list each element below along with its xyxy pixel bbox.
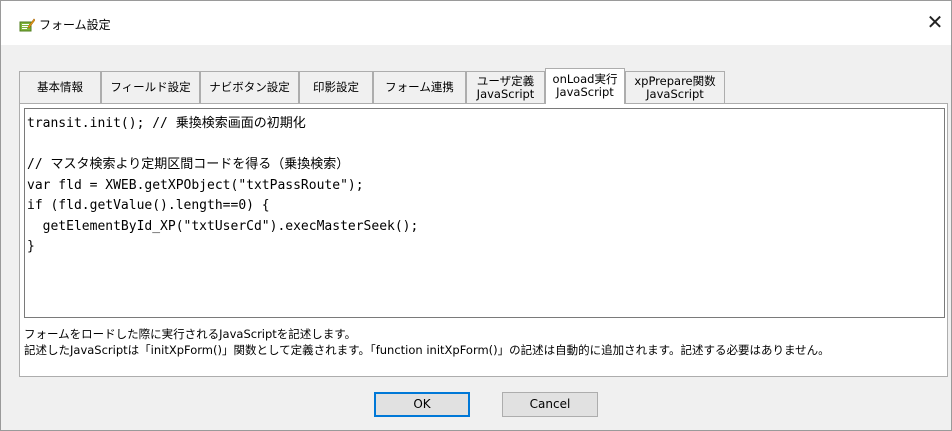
tab-strip: 基本情報 フィールド設定 ナビボタン設定 印影設定 フォーム連携 ユーザ定義 J… bbox=[19, 65, 725, 104]
tab-label: 印影設定 bbox=[313, 80, 359, 94]
tab-label-line2: JavaScript bbox=[476, 86, 535, 101]
window-title: フォーム設定 bbox=[39, 18, 111, 32]
tab-label-line1: xpPrepare関数 bbox=[634, 73, 716, 88]
tab-seal-settings[interactable]: 印影設定 bbox=[299, 71, 373, 103]
tab-form-link[interactable]: フォーム連携 bbox=[373, 71, 466, 103]
title-bar[interactable]: フォーム設定 ✕ bbox=[1, 1, 951, 45]
form-settings-dialog: フォーム設定 ✕ 基本情報 フィールド設定 ナビボタン設定 印影設定 フォーム連… bbox=[0, 0, 952, 431]
description-text: フォームをロードした際に実行されるJavaScriptを記述します。 記述したJ… bbox=[24, 326, 945, 358]
tab-basic-info[interactable]: 基本情報 bbox=[19, 71, 101, 103]
tab-control: 基本情報 フィールド設定 ナビボタン設定 印影設定 フォーム連携 ユーザ定義 J… bbox=[19, 65, 948, 377]
tab-label: ナビボタン設定 bbox=[209, 80, 290, 94]
description-line-2: 記述したJavaScriptは「initXpForm()」関数として定義されます… bbox=[24, 343, 830, 357]
form-edit-icon bbox=[19, 17, 36, 32]
tab-label: フォーム連携 bbox=[385, 80, 454, 94]
description-line-1: フォームをロードした際に実行されるJavaScriptを記述します。 bbox=[24, 327, 357, 341]
tab-navi-button-settings[interactable]: ナビボタン設定 bbox=[200, 71, 299, 103]
tab-label-line2: JavaScript bbox=[556, 85, 614, 99]
javascript-editor[interactable]: transit.init(); // 乗換検索画面の初期化 // マスタ検索より… bbox=[24, 108, 945, 318]
close-icon: ✕ bbox=[926, 10, 944, 34]
tab-label: 基本情報 bbox=[37, 80, 83, 94]
tab-label-line1: ユーザ定義 bbox=[476, 73, 535, 88]
close-button[interactable]: ✕ bbox=[921, 9, 949, 35]
tab-label: フィールド設定 bbox=[110, 80, 191, 94]
tab-user-defined-js[interactable]: ユーザ定義 JavaScript bbox=[466, 71, 545, 103]
tab-onload-js[interactable]: onLoad実行 JavaScript bbox=[545, 68, 625, 104]
cancel-button[interactable]: Cancel bbox=[502, 392, 598, 417]
ok-button[interactable]: OK bbox=[374, 392, 470, 417]
tab-field-settings[interactable]: フィールド設定 bbox=[101, 71, 200, 103]
tab-xpprepare-js[interactable]: xpPrepare関数 JavaScript bbox=[625, 71, 725, 103]
tab-label-line2: JavaScript bbox=[646, 86, 704, 101]
tab-panel-onload: transit.init(); // 乗換検索画面の初期化 // マスタ検索より… bbox=[19, 103, 948, 377]
